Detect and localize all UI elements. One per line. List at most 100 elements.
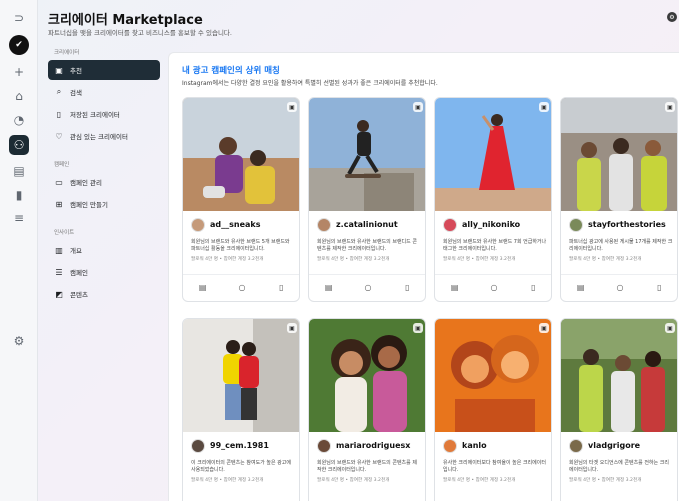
- creator-card[interactable]: ▣ ad__sneaks 회원님의 브랜드와 유사한 브랜드 5개 브랜드와 파…: [182, 97, 300, 302]
- nav-item-create-campaign[interactable]: ⊞ 캠페인 만들기: [48, 194, 160, 214]
- save-chip-icon[interactable]: ▣: [413, 323, 423, 333]
- save-icon[interactable]: ▯: [400, 281, 414, 293]
- nav-item-search[interactable]: ⌕ 검색: [48, 82, 160, 102]
- nav-item-interested[interactable]: ♡ 관심 있는 크리에이터: [48, 126, 160, 146]
- bar-chart-icon: ▥: [55, 245, 63, 255]
- creator-card[interactable]: ▣ ally_nikoniko 회원님의 브랜드와 유사한 브랜드 7회 언급하…: [434, 97, 552, 302]
- save-chip-icon[interactable]: ▣: [413, 102, 423, 112]
- nav-item-manage-campaigns[interactable]: ▭ 캠페인 관리: [48, 172, 160, 192]
- brand-logo-icon[interactable]: ✔: [9, 35, 29, 55]
- creator-card[interactable]: ▣ vladgrigore 회원님의 타겟 오디언스에 콘텐츠를 전하는 크리에…: [560, 318, 678, 501]
- nav-item-content[interactable]: ◩ 콘텐츠: [48, 284, 160, 304]
- nav-label: 검색: [70, 89, 82, 97]
- heart-icon: ♡: [55, 131, 63, 141]
- divider: [561, 274, 677, 275]
- media-kit-icon[interactable]: ▤: [322, 281, 336, 293]
- save-chip-icon[interactable]: ▣: [287, 102, 297, 112]
- creator-photo[interactable]: ▣: [309, 319, 425, 432]
- nav-item-saved[interactable]: ▯ 저장된 크리에이터: [48, 104, 160, 124]
- nav-section-creators: 크리에이터: [54, 50, 80, 56]
- creator-photo[interactable]: ▣: [183, 98, 299, 211]
- avatar: [569, 439, 583, 453]
- card-actions: ▤ ○ ▯: [183, 281, 299, 293]
- home-icon[interactable]: ⌂: [9, 86, 29, 106]
- save-chip-icon[interactable]: ▣: [539, 323, 549, 333]
- plus-icon[interactable]: +: [9, 62, 29, 82]
- nav-label: 관심 있는 크리에이터: [70, 133, 128, 141]
- save-icon[interactable]: ▯: [652, 281, 666, 293]
- message-icon[interactable]: ○: [235, 281, 249, 293]
- avatar: [443, 439, 457, 453]
- settings-gear-icon[interactable]: ⚙: [667, 12, 677, 22]
- card-actions: ▤ ○ ▯: [435, 281, 551, 293]
- creator-photo[interactable]: ▣: [435, 319, 551, 432]
- creator-bio: 회원님의 브랜드와 유사한 브랜드의 브랜디드 콘텐츠를 제작한 크리에이터입니…: [317, 239, 417, 252]
- avatar: [317, 218, 331, 232]
- creators-icon[interactable]: ⚇: [9, 135, 29, 155]
- insights-icon[interactable]: ▮: [9, 185, 29, 205]
- avatar: [317, 439, 331, 453]
- message-icon[interactable]: ○: [487, 281, 501, 293]
- add-box-icon: ⊞: [55, 199, 63, 209]
- creator-handle[interactable]: mariarodriguesx: [336, 441, 410, 450]
- bookmark-icon: ▯: [56, 109, 62, 119]
- list-icon: ☰: [55, 267, 63, 277]
- messages-icon[interactable]: ▤: [9, 161, 29, 181]
- settings-icon[interactable]: ⚙: [9, 331, 29, 351]
- nav-item-overview[interactable]: ▥ 개요: [48, 240, 160, 260]
- creator-bio: 회원님의 브랜드와 유사한 브랜드 7회 언급하거나 태그한 크리에이터입니다.: [443, 239, 547, 252]
- card-actions: ▤ ○ ▯: [309, 281, 425, 293]
- media-kit-icon[interactable]: ▤: [574, 281, 588, 293]
- creator-bio: 회원님의 브랜드와 유사한 브랜드의 콘텐츠를 제작한 크리에이터입니다.: [317, 460, 417, 473]
- nav-item-recommended[interactable]: ▣ 추천: [48, 60, 160, 80]
- nav-section-campaigns: 캠페인: [54, 162, 70, 168]
- creator-photo[interactable]: ▣: [561, 319, 677, 432]
- creator-stats: 팔로워 4만 명 • 참여한 계정 3.2천개: [443, 257, 516, 262]
- save-chip-icon[interactable]: ▣: [539, 102, 549, 112]
- nav-label: 저장된 크리에이터: [70, 111, 120, 119]
- creator-card[interactable]: ▣ stayforthestories 파트너십 광고에 사용된 게시물 17개…: [560, 97, 678, 302]
- creator-handle[interactable]: stayforthestories: [588, 220, 666, 229]
- message-icon[interactable]: ○: [613, 281, 627, 293]
- back-circle-icon[interactable]: ⊃: [9, 8, 29, 28]
- nav-label: 캠페인: [70, 269, 88, 277]
- save-icon[interactable]: ▯: [274, 281, 288, 293]
- avatar: [569, 218, 583, 232]
- creator-handle[interactable]: 99_cem.1981: [210, 441, 269, 450]
- nav-item-campaigns[interactable]: ☰ 캠페인: [48, 262, 160, 282]
- creator-handle[interactable]: kanlo: [462, 441, 487, 450]
- creator-card[interactable]: ▣ mariarodriguesx 회원님의 브랜드와 유사한 브랜드의 콘텐츠…: [308, 318, 426, 501]
- creator-stats: 팔로워 4만 명 • 참여한 계정 3.2천개: [317, 478, 390, 483]
- message-icon[interactable]: ○: [361, 281, 375, 293]
- creator-card[interactable]: ▣ 99_cem.1981 이 크리에이터의 콘텐츠는 참여도가 높은 광고에 …: [182, 318, 300, 501]
- avatar: [191, 439, 205, 453]
- media-kit-icon[interactable]: ▤: [448, 281, 462, 293]
- icon-rail: ⊃ ✔ + ⌂ ◔ ⚇ ▤ ▮ ≡ ⚙: [0, 0, 38, 501]
- image-icon: ◩: [55, 289, 63, 299]
- creator-handle[interactable]: ally_nikoniko: [462, 220, 520, 229]
- creator-handle[interactable]: z.catalinionut: [336, 220, 398, 229]
- creator-photo[interactable]: ▣: [183, 319, 299, 432]
- menu-icon[interactable]: ≡: [9, 208, 29, 228]
- save-chip-icon[interactable]: ▣: [665, 323, 675, 333]
- creator-photo[interactable]: ▣: [435, 98, 551, 211]
- media-kit-icon[interactable]: ▤: [196, 281, 210, 293]
- creator-handle[interactable]: vladgrigore: [588, 441, 640, 450]
- divider: [183, 274, 299, 275]
- nav-label: 콘텐츠: [70, 291, 88, 299]
- save-icon[interactable]: ▯: [526, 281, 540, 293]
- creator-photo[interactable]: ▣: [561, 98, 677, 211]
- save-chip-icon[interactable]: ▣: [287, 323, 297, 333]
- divider: [309, 274, 425, 275]
- creator-stats: 팔로워 4만 명 • 참여한 계정 3.2천개: [443, 478, 516, 483]
- creator-card[interactable]: ▣ kanlo 유사한 크리에이터보다 참여율이 높은 크리에이터입니다. 팔로…: [434, 318, 552, 501]
- creator-photo[interactable]: ▣: [309, 98, 425, 211]
- creator-handle[interactable]: ad__sneaks: [210, 220, 261, 229]
- creator-bio: 유사한 크리에이터보다 참여율이 높은 크리에이터입니다.: [443, 460, 546, 473]
- creator-card[interactable]: ▣ z.catalinionut 회원님의 브랜드와 유사한 브랜드의 브랜디드…: [308, 97, 426, 302]
- save-chip-icon[interactable]: ▣: [665, 102, 675, 112]
- nav-label: 추천: [70, 67, 82, 75]
- creator-bio: 이 크리에이터의 콘텐츠는 참여도가 높은 광고에 사용되었습니다.: [191, 460, 291, 473]
- nav-section-insights: 인사이트: [54, 230, 75, 236]
- notification-icon[interactable]: ◔: [9, 110, 29, 130]
